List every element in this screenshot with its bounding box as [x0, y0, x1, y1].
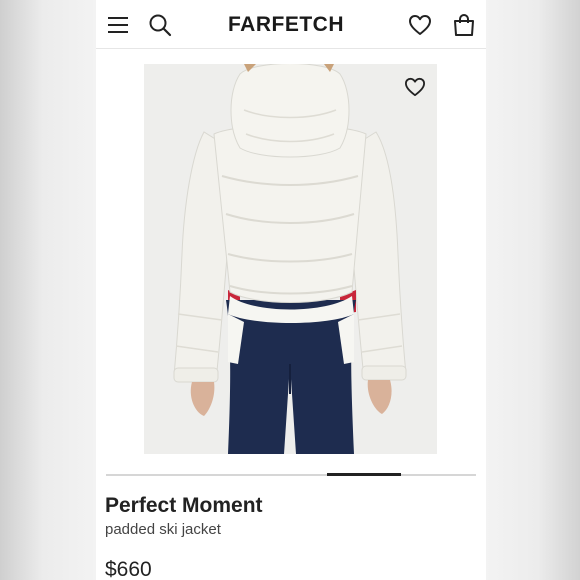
wishlist-button[interactable] — [407, 12, 433, 38]
product-photo-illustration — [144, 64, 437, 454]
menu-icon — [108, 17, 128, 33]
image-carousel-indicator — [327, 473, 401, 476]
heart-icon — [404, 77, 425, 97]
heart-icon — [409, 15, 431, 35]
top-nav-bar: FARFETCH — [96, 0, 486, 49]
product-description: padded ski jacket — [105, 521, 221, 538]
search-icon — [149, 14, 172, 37]
product-price: $660 — [105, 558, 152, 580]
search-button[interactable] — [147, 12, 173, 38]
image-carousel-track[interactable] — [106, 474, 476, 476]
product-image[interactable] — [144, 64, 437, 454]
shopping-bag-button[interactable] — [451, 12, 477, 38]
blurred-background-left — [0, 0, 96, 580]
menu-button[interactable] — [105, 12, 131, 38]
add-to-wishlist-button[interactable] — [401, 74, 429, 100]
blurred-background-right — [486, 0, 580, 580]
product-brand[interactable]: Perfect Moment — [105, 494, 263, 518]
shopping-bag-icon — [454, 13, 474, 36]
farfetch-logo[interactable]: FARFETCH — [228, 13, 344, 37]
app-screen: FARFETCH Perfect Moment padded ski jacke… — [96, 0, 486, 580]
